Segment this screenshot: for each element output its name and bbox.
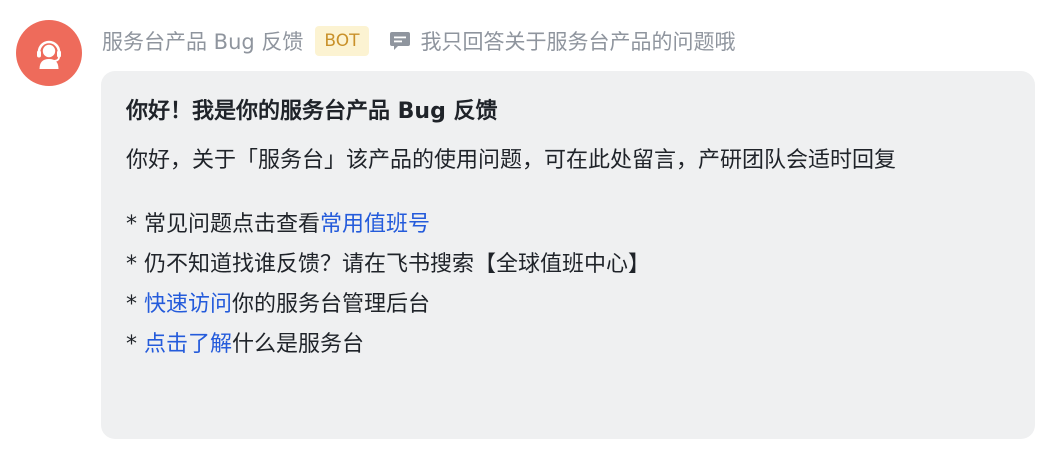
headset-agent-icon	[37, 40, 61, 69]
message-header: 服务台产品 Bug 反馈 BOT 我只回答关于服务台产品的问题哦	[102, 24, 736, 58]
bot-description: 我只回答关于服务台产品的问题哦	[420, 30, 736, 54]
bullet-item: * 仍不知道找谁反馈？请在飞书搜索【全球值班中心】	[126, 245, 1011, 285]
bullet-item: * 点击了解什么是服务台	[126, 325, 1011, 365]
bullet-text: * 仍不知道找谁反馈？请在飞书搜索【全球值班中心】	[126, 252, 650, 277]
card-title: 你好！我是你的服务台产品 Bug 反馈	[126, 99, 498, 124]
bullet-text: *	[126, 292, 144, 317]
bullet-text: 什么是服务台	[232, 332, 365, 357]
bullet-text: *	[126, 332, 144, 357]
quick-access-link[interactable]: 快速访问	[144, 292, 232, 317]
duty-number-link[interactable]: 常用值班号	[320, 212, 430, 237]
message-card: 你好！我是你的服务台产品 Bug 反馈 你好，关于「服务台」该产品的使用问题，可…	[101, 71, 1035, 439]
bot-badge: BOT	[315, 26, 369, 56]
card-intro: 你好，关于「服务台」该产品的使用问题，可在此处留言，产研团队会适时回复	[126, 148, 897, 173]
bullet-text: 你的服务台管理后台	[232, 292, 431, 317]
message-icon	[389, 31, 411, 51]
bullet-text: * 常见问题点击查看	[126, 212, 320, 237]
sender-name[interactable]: 服务台产品 Bug 反馈	[102, 26, 303, 56]
bullet-item: * 快速访问你的服务台管理后台	[126, 285, 1011, 325]
learn-more-link[interactable]: 点击了解	[144, 332, 232, 357]
bot-avatar[interactable]	[16, 20, 82, 86]
bullet-item: * 常见问题点击查看常用值班号	[126, 205, 1011, 245]
